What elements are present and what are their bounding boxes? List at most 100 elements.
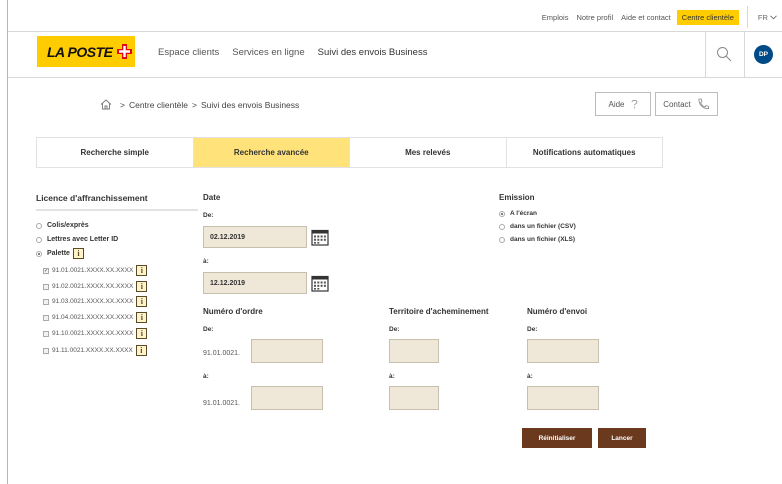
breadcrumb-separator: > <box>192 99 197 110</box>
info-icon[interactable]: i <box>136 265 148 276</box>
help-button[interactable]: Aide <box>595 92 651 116</box>
language-label: FR <box>757 12 768 22</box>
radio-colis-label: Colis/exprès <box>47 222 89 229</box>
language-selector[interactable]: FR <box>758 13 777 22</box>
licence-checkbox[interactable]: 91.02.0021.XXXX.XX.XXXX i <box>43 281 148 292</box>
link-profile[interactable]: Notre profil <box>576 13 613 22</box>
shipment-title: Numéro d'envoi <box>527 307 588 316</box>
licence-checkbox[interactable]: ✓ 91.01.0021.XXXX.XX.XXXX i <box>43 265 148 276</box>
nav-espace-clients[interactable]: Espace clients <box>158 47 219 58</box>
order-to-prefix: 91.01.0021. <box>203 400 240 407</box>
checkbox <box>43 330 49 337</box>
page-frame: Emplois Notre profil Aide et contact Cen… <box>7 0 782 484</box>
radio-dot <box>499 223 505 230</box>
radio-emission-csv-label: dans un fichier (CSV) <box>510 223 576 230</box>
radio-dot-selected <box>36 250 42 257</box>
radio-colis[interactable]: Colis/exprès <box>36 222 89 229</box>
shipment-from-input[interactable] <box>527 339 599 363</box>
licence-checkbox[interactable]: 91.03.0021.XXXX.XX.XXXX i <box>43 296 148 307</box>
order-title: Numéro d'ordre <box>203 307 263 316</box>
tab-mes-releves[interactable]: Mes relevés <box>350 138 507 167</box>
radio-palette[interactable]: Palette i <box>36 248 84 259</box>
territory-to-label: à: <box>389 373 395 380</box>
contact-button[interactable]: Contact <box>655 92 718 116</box>
link-jobs[interactable]: Emplois <box>542 13 569 22</box>
tab-notifications[interactable]: Notifications automatiques <box>507 138 663 167</box>
info-icon[interactable]: i <box>136 312 148 323</box>
order-from-label: De: <box>203 326 214 333</box>
info-icon[interactable]: i <box>136 296 148 307</box>
radio-palette-label: Palette <box>47 250 70 257</box>
checkbox-checked: ✓ <box>43 267 49 274</box>
reset-button[interactable]: Réinitialiser <box>522 428 592 448</box>
date-from-input[interactable]: 02.12.2019 <box>203 226 307 248</box>
phone-icon <box>698 98 709 110</box>
help-button-label: Aide <box>608 99 625 109</box>
licence-label: 91.04.0021.XXXX.XX.XXXX <box>52 314 134 321</box>
checkbox <box>43 283 49 290</box>
nav-suivi-envois[interactable]: Suivi des envois Business <box>318 47 428 58</box>
radio-emission-xls-label: dans un fichier (XLS) <box>510 236 576 243</box>
checkbox <box>43 298 49 305</box>
territory-title: Territoire d'acheminement <box>389 307 489 316</box>
order-to-input[interactable] <box>251 386 323 410</box>
contact-button-label: Contact <box>663 99 691 109</box>
launch-button[interactable]: Lancer <box>598 428 646 448</box>
info-icon[interactable]: i <box>72 248 84 259</box>
avatar[interactable]: DP <box>754 45 773 64</box>
licence-label: 91.11.0021.XXXX.XX.XXXX <box>52 347 133 354</box>
date-to-label: à: <box>203 258 209 265</box>
search-icon[interactable] <box>716 46 732 62</box>
nav-services-en-ligne[interactable]: Services en ligne <box>232 47 304 58</box>
radio-letter-id-label: Lettres avec Letter ID <box>47 236 119 243</box>
tab-recherche-avancee[interactable]: Recherche avancée <box>193 138 350 167</box>
checkbox <box>43 347 49 354</box>
shipment-to-label: à: <box>527 373 533 380</box>
licence-checkbox[interactable]: 91.11.0021.XXXX.XX.XXXX i <box>43 345 147 356</box>
licence-label: 91.03.0021.XXXX.XX.XXXX <box>52 298 134 305</box>
breadcrumb-item-current: Suivi des envois Business <box>201 99 300 110</box>
radio-emission-screen[interactable]: A l'écran <box>499 210 537 217</box>
question-icon <box>631 99 637 109</box>
info-icon[interactable]: i <box>136 328 148 339</box>
link-customer-center[interactable]: Centre clientèle <box>676 9 739 25</box>
link-help-contact[interactable]: Aide et contact <box>621 13 671 22</box>
territory-from-label: De: <box>389 326 400 333</box>
radio-emission-screen-label: A l'écran <box>510 210 537 217</box>
radio-emission-xls[interactable]: dans un fichier (XLS) <box>499 236 575 243</box>
licence-checkbox[interactable]: 91.10.0021.XXXX.XX.XXXX i <box>43 328 148 339</box>
divider <box>36 209 198 211</box>
shipment-to-input[interactable] <box>527 386 599 410</box>
radio-letter-id[interactable]: Lettres avec Letter ID <box>36 236 118 243</box>
shipment-from-label: De: <box>527 326 538 333</box>
swiss-cross-icon <box>115 43 133 60</box>
divider <box>744 32 745 78</box>
radio-emission-csv[interactable]: dans un fichier (CSV) <box>499 223 576 230</box>
radio-dot-selected <box>499 210 505 217</box>
info-icon[interactable]: i <box>136 281 148 292</box>
breadcrumb-item-centre[interactable]: Centre clientèle <box>129 100 188 110</box>
order-from-input[interactable] <box>251 339 323 363</box>
order-from-prefix: 91.01.0021. <box>203 350 240 357</box>
calendar-icon[interactable] <box>311 228 329 246</box>
date-from-label: De: <box>203 212 214 219</box>
date-to-input[interactable]: 12.12.2019 <box>203 272 307 294</box>
emission-title: Emission <box>499 193 535 202</box>
search-tabs: Recherche simple Recherche avancée Mes r… <box>36 137 663 168</box>
calendar-icon[interactable] <box>311 274 329 292</box>
radio-dot <box>36 222 42 229</box>
home-icon[interactable] <box>100 99 112 110</box>
license-title: Licence d'affranchissement <box>36 193 148 203</box>
tab-recherche-simple[interactable]: Recherche simple <box>37 138 194 167</box>
la-poste-logo[interactable]: LA POSTE <box>37 36 135 67</box>
utility-links: Emplois Notre profil Aide et contact Cen… <box>534 6 782 28</box>
info-icon[interactable]: i <box>135 345 147 356</box>
breadcrumb: > Centre clientèle > Suivi des envois Bu… <box>100 99 299 110</box>
order-to-label: à: <box>203 373 209 380</box>
main-nav: Espace clients Services en ligne Suivi d… <box>158 47 440 58</box>
territory-to-input[interactable] <box>389 386 439 410</box>
licence-checkbox[interactable]: 91.04.0021.XXXX.XX.XXXX i <box>43 312 148 323</box>
territory-from-input[interactable] <box>389 339 439 363</box>
radio-dot <box>499 236 505 243</box>
radio-dot <box>36 236 42 243</box>
